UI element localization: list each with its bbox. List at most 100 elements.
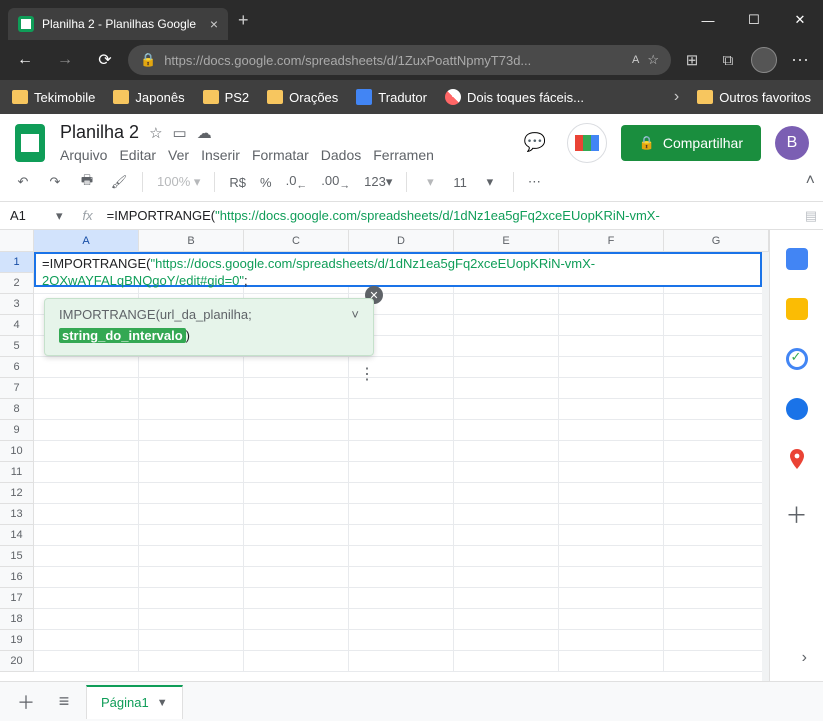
name-box-dropdown[interactable]: ▾ <box>50 208 69 224</box>
browser-profile-avatar[interactable] <box>749 45 779 75</box>
cell[interactable] <box>454 546 559 567</box>
url-box[interactable]: 🔒 https://docs.google.com/spreadsheets/d… <box>128 45 671 75</box>
cell[interactable] <box>454 483 559 504</box>
cell[interactable] <box>559 588 664 609</box>
cell[interactable] <box>349 504 454 525</box>
cell[interactable] <box>34 357 139 378</box>
bookmark-oracoes[interactable]: Orações <box>263 90 342 105</box>
cell[interactable] <box>559 525 664 546</box>
toolbar-more-button[interactable]: ⋯ <box>524 174 547 190</box>
bookmark-outros[interactable]: Outros favoritos <box>693 90 815 105</box>
cell[interactable] <box>664 315 769 336</box>
toolbar-collapse-button[interactable]: ˄ <box>806 172 815 190</box>
cell[interactable] <box>454 525 559 546</box>
cell[interactable] <box>139 357 244 378</box>
cell[interactable] <box>244 630 349 651</box>
col-header-f[interactable]: F <box>559 230 664 251</box>
share-button[interactable]: 🔒 Compartilhar <box>621 125 761 161</box>
cell[interactable] <box>244 525 349 546</box>
collections-icon[interactable]: ⧉ <box>713 45 743 75</box>
row-header[interactable]: 5 <box>0 336 34 357</box>
hide-sidepanel-button[interactable]: › <box>802 649 807 667</box>
nav-back-button[interactable]: ← <box>8 45 42 75</box>
bookmark-tradutor[interactable]: Tradutor <box>352 89 431 105</box>
cell[interactable] <box>559 357 664 378</box>
menu-formatar[interactable]: Formatar <box>252 147 309 163</box>
cloud-status-icon[interactable]: ☁ <box>197 124 212 142</box>
cell[interactable] <box>349 525 454 546</box>
cell[interactable] <box>664 462 769 483</box>
bookmark-ps2[interactable]: PS2 <box>199 90 254 105</box>
nav-reload-button[interactable]: ⟳ <box>88 45 122 75</box>
formula-bar-expand-icon[interactable]: ▤ <box>799 208 823 224</box>
cell[interactable] <box>34 546 139 567</box>
bookmark-tekimobile[interactable]: Tekimobile <box>8 90 99 105</box>
cell[interactable] <box>664 630 769 651</box>
row-header[interactable]: 6 <box>0 357 34 378</box>
menu-arquivo[interactable]: Arquivo <box>60 147 107 163</box>
cell[interactable] <box>349 567 454 588</box>
cell[interactable] <box>454 462 559 483</box>
row-header[interactable]: 12 <box>0 483 34 504</box>
row-header[interactable]: 13 <box>0 504 34 525</box>
bookmarks-overflow-button[interactable]: › <box>670 88 683 106</box>
cell[interactable] <box>454 630 559 651</box>
all-sheets-button[interactable]: ≡ <box>48 687 80 717</box>
menu-editar[interactable]: Editar <box>119 147 156 163</box>
col-header-b[interactable]: B <box>139 230 244 251</box>
cell[interactable] <box>244 588 349 609</box>
cell[interactable] <box>559 294 664 315</box>
cell[interactable] <box>244 357 349 378</box>
row-header[interactable]: 4 <box>0 315 34 336</box>
cell[interactable] <box>139 504 244 525</box>
row-header[interactable]: 8 <box>0 399 34 420</box>
cell[interactable] <box>664 588 769 609</box>
cell[interactable] <box>349 588 454 609</box>
browser-menu-button[interactable]: ⋯ <box>785 45 815 75</box>
cell[interactable] <box>139 651 244 672</box>
window-maximize-button[interactable]: ☐ <box>731 0 777 40</box>
cell[interactable] <box>559 630 664 651</box>
cell[interactable] <box>559 336 664 357</box>
cell[interactable] <box>349 441 454 462</box>
menu-ferramentas[interactable]: Ferramen <box>373 147 434 163</box>
cell[interactable] <box>139 588 244 609</box>
menu-ver[interactable]: Ver <box>168 147 189 163</box>
cell[interactable] <box>139 483 244 504</box>
cell[interactable] <box>454 399 559 420</box>
cell[interactable] <box>244 399 349 420</box>
cell[interactable] <box>139 462 244 483</box>
hint-more-icon[interactable]: ⋮ <box>359 364 375 384</box>
cell[interactable] <box>559 399 664 420</box>
meet-button[interactable] <box>567 123 607 163</box>
cell[interactable] <box>244 462 349 483</box>
font-size-dropdown[interactable]: ▾ <box>477 169 503 195</box>
cell[interactable] <box>454 441 559 462</box>
cell[interactable] <box>139 630 244 651</box>
row-header[interactable]: 20 <box>0 651 34 672</box>
cell[interactable] <box>139 441 244 462</box>
cell[interactable] <box>559 504 664 525</box>
redo-button[interactable]: ↷ <box>42 169 68 195</box>
cell[interactable] <box>34 609 139 630</box>
grid[interactable]: A B C D E F G 12345678910111213141516171… <box>0 230 769 681</box>
select-all-corner[interactable] <box>0 230 34 251</box>
row-header[interactable]: 14 <box>0 525 34 546</box>
cell[interactable] <box>34 651 139 672</box>
cell[interactable] <box>244 441 349 462</box>
cell[interactable] <box>139 525 244 546</box>
cell[interactable] <box>34 462 139 483</box>
cell[interactable] <box>34 420 139 441</box>
cell[interactable] <box>664 546 769 567</box>
cell[interactable] <box>34 504 139 525</box>
account-avatar[interactable]: B <box>775 126 809 160</box>
new-tab-button[interactable]: + <box>228 10 259 31</box>
extensions-icon[interactable]: ⊞ <box>677 45 707 75</box>
col-header-g[interactable]: G <box>664 230 769 251</box>
cell[interactable] <box>454 336 559 357</box>
cell[interactable] <box>664 399 769 420</box>
cell[interactable] <box>559 651 664 672</box>
bookmark-japones[interactable]: Japonês <box>109 90 188 105</box>
cell[interactable] <box>349 630 454 651</box>
add-sheet-button[interactable]: ＋ <box>10 687 42 717</box>
